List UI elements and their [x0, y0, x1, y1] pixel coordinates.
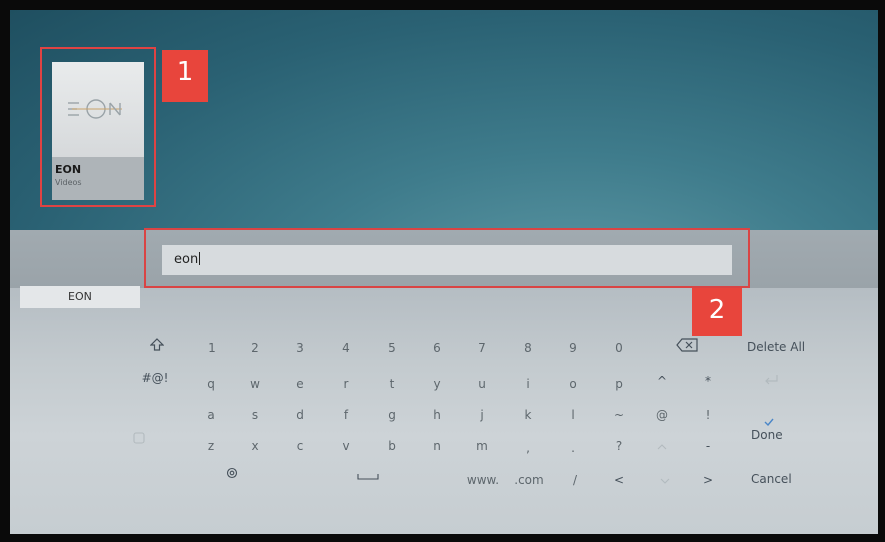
key-2[interactable]: 2 — [240, 338, 270, 358]
key-7[interactable]: 7 — [467, 338, 497, 358]
key-asterisk[interactable]: * — [693, 371, 723, 391]
key-0[interactable]: 0 — [604, 338, 634, 358]
caret-down-icon — [650, 470, 680, 490]
key-h[interactable]: h — [422, 405, 452, 425]
settings-gear-icon[interactable] — [217, 466, 247, 486]
callout-badge-1: 1 — [162, 50, 208, 102]
key-question[interactable]: ? — [604, 436, 634, 456]
key-e[interactable]: e — [285, 374, 315, 394]
done-button[interactable]: Done — [751, 428, 783, 442]
key-g[interactable]: g — [377, 405, 407, 425]
key-y[interactable]: y — [422, 374, 452, 394]
layout-icon[interactable] — [124, 430, 154, 450]
backspace-icon[interactable] — [672, 338, 702, 358]
key-v[interactable]: v — [331, 436, 361, 456]
key-n[interactable]: n — [422, 436, 452, 456]
callout-badge-2: 2 — [692, 288, 742, 336]
key-exclamation[interactable]: ! — [693, 405, 723, 425]
key-m[interactable]: m — [467, 436, 497, 456]
key-x[interactable]: x — [240, 436, 270, 456]
symbols-key[interactable]: #@! — [133, 368, 177, 388]
cursor-right-key[interactable]: > — [693, 470, 723, 490]
key-w[interactable]: w — [240, 374, 270, 394]
key-k[interactable]: k — [513, 405, 543, 425]
key-s[interactable]: s — [240, 405, 270, 425]
key-t[interactable]: t — [377, 374, 407, 394]
key-p[interactable]: p — [604, 374, 634, 394]
key-9[interactable]: 9 — [558, 338, 588, 358]
key-u[interactable]: u — [467, 374, 497, 394]
key-5[interactable]: 5 — [377, 338, 407, 358]
cancel-button[interactable]: Cancel — [751, 472, 792, 486]
key-at[interactable]: @ — [647, 405, 677, 425]
key-z[interactable]: z — [196, 436, 226, 456]
key-f[interactable]: f — [331, 405, 361, 425]
delete-all-button[interactable]: Delete All — [747, 340, 805, 354]
highlight-box-1 — [40, 47, 156, 207]
key-1[interactable]: 1 — [197, 338, 227, 358]
key-tilde[interactable]: ~ — [604, 405, 634, 425]
key-r[interactable]: r — [331, 374, 361, 394]
key-b[interactable]: b — [377, 436, 407, 456]
key-l[interactable]: l — [558, 405, 588, 425]
key-q[interactable]: q — [196, 374, 226, 394]
key-hyphen[interactable]: - — [693, 436, 723, 456]
caret-up-icon — [647, 436, 677, 456]
key-c[interactable]: c — [285, 436, 315, 456]
highlight-box-2 — [144, 228, 750, 288]
key-period[interactable]: . — [558, 438, 588, 458]
enter-icon[interactable] — [756, 372, 786, 392]
key-www[interactable]: www. — [461, 470, 505, 490]
key-8[interactable]: 8 — [513, 338, 543, 358]
key-o[interactable]: o — [558, 374, 588, 394]
key-j[interactable]: j — [467, 405, 497, 425]
key-slash[interactable]: / — [560, 470, 590, 490]
key-dotcom[interactable]: .com — [507, 470, 551, 490]
key-comma[interactable]: , — [513, 438, 543, 458]
space-bar-icon[interactable] — [353, 468, 383, 488]
done-check-icon — [759, 412, 779, 427]
cursor-left-key[interactable]: < — [604, 470, 634, 490]
key-4[interactable]: 4 — [331, 338, 361, 358]
key-i[interactable]: i — [513, 374, 543, 394]
search-suggestion[interactable]: EON — [20, 286, 140, 308]
shift-icon[interactable] — [142, 338, 172, 358]
tv-screen: EON Videos 1 eon EON 2 1 2 3 4 5 6 7 8 9… — [10, 10, 878, 534]
key-6[interactable]: 6 — [422, 338, 452, 358]
key-3[interactable]: 3 — [285, 338, 315, 358]
key-caret[interactable]: ^ — [647, 371, 677, 391]
key-a[interactable]: a — [196, 405, 226, 425]
key-d[interactable]: d — [285, 405, 315, 425]
